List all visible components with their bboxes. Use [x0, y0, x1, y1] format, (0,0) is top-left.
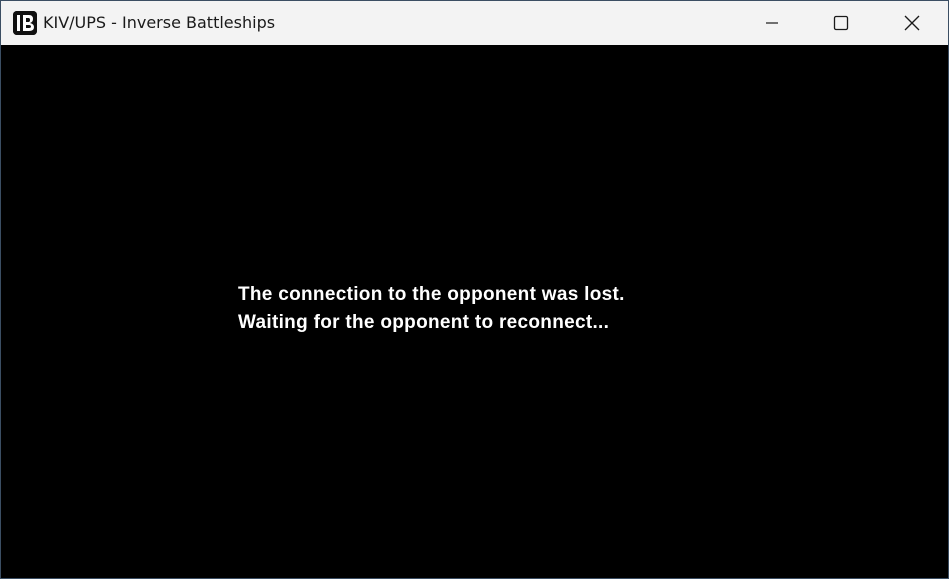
- minimize-button[interactable]: [738, 1, 806, 45]
- minimize-icon: [765, 16, 779, 30]
- maximize-icon: [833, 15, 849, 31]
- close-icon: [904, 15, 920, 31]
- game-canvas[interactable]: The connection to the opponent was lost.…: [1, 45, 948, 578]
- message-line-1: The connection to the opponent was lost.: [238, 284, 625, 305]
- window-title: KIV/UPS - Inverse Battleships: [43, 13, 276, 32]
- maximize-button[interactable]: [807, 1, 875, 45]
- title-bar[interactable]: KIV/UPS - Inverse Battleships: [1, 1, 948, 45]
- app-logo-icon: [13, 11, 37, 35]
- connection-lost-message: The connection to the opponent was lost.…: [238, 281, 625, 337]
- close-button[interactable]: [878, 1, 946, 45]
- app-window: KIV/UPS - Inverse Battleships The connec…: [0, 0, 949, 579]
- message-line-2: Waiting for the opponent to reconnect...: [238, 312, 610, 333]
